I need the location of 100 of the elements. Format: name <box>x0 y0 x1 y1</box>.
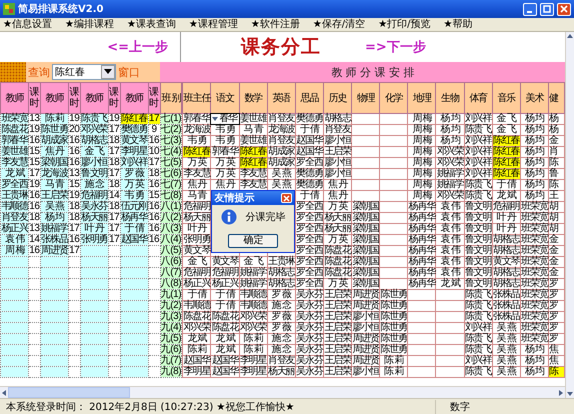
table-cell <box>28 268 40 278</box>
menu-item[interactable]: ★帮助 <box>444 18 472 30</box>
table-cell: 韦顺德 <box>182 300 211 312</box>
column-header: 班主任 <box>182 82 211 114</box>
table-cell <box>40 268 68 278</box>
table-cell: 马 青 <box>40 180 68 190</box>
table-cell: 于 倩 <box>492 180 520 190</box>
table-cell: 万 英 <box>182 158 211 168</box>
table-cell: 胡格志 <box>492 246 520 256</box>
table-cell <box>148 256 160 268</box>
close-button[interactable] <box>281 193 292 203</box>
table-cell <box>28 256 40 268</box>
table-cell: 焦 丹 <box>323 190 352 202</box>
table-cell: 龙 斌 <box>210 334 240 344</box>
table-cell: 梁朝国 <box>352 202 380 212</box>
menu-item[interactable]: ★课程管理 <box>188 18 238 30</box>
table-cell: 黄文琴 <box>120 136 148 146</box>
table-cell: 陈红春 <box>492 168 520 180</box>
menu-item[interactable]: ★课表查询 <box>126 18 176 30</box>
login-time-text: 本系统登录时间： 2012年2月8日 (10:27:23) ★祝您工作愉快★ <box>5 400 296 414</box>
menu-item[interactable]: ★信息设置 <box>3 18 52 30</box>
table-cell: 杨 均 <box>436 136 464 146</box>
table-cell: 陈红春 <box>492 146 520 158</box>
table-cell <box>68 322 80 334</box>
table-cell: 王启荣 <box>323 356 352 366</box>
table-cell <box>80 334 108 344</box>
close-icon <box>560 5 568 13</box>
table-cell <box>68 334 80 344</box>
table-cell <box>148 290 160 300</box>
table-cell: 吴永芬 <box>295 334 324 344</box>
table-cell: 鲁文明 <box>464 234 492 246</box>
scroll-thumb[interactable] <box>8 387 130 398</box>
table-cell <box>68 268 80 278</box>
column-header: 化学 <box>380 82 408 114</box>
table-cell: 赵国华 <box>295 146 324 158</box>
menu-item[interactable]: ★编排课程 <box>64 18 114 30</box>
table-cell <box>148 312 160 322</box>
teacher-dropdown[interactable]: 陈红春 <box>52 64 116 80</box>
table-cell: 梁朝国 <box>352 278 380 290</box>
maximize-button[interactable] <box>540 2 554 16</box>
table-cell: 周进贤 <box>352 356 380 366</box>
table-cell: 陈 莉 <box>380 366 408 378</box>
table-cell: 吴 燕 <box>492 334 520 344</box>
table-cell: 王启荣 <box>40 190 68 202</box>
table-cell: 杨天丽 <box>323 212 352 224</box>
menu-item[interactable]: ★软件注册 <box>250 18 300 30</box>
table-cell: 胡格志 <box>323 114 352 124</box>
table-cell: 张明勇 <box>80 234 108 246</box>
dropdown-button[interactable] <box>101 65 115 79</box>
table-cell: 班荣宽 <box>520 312 548 322</box>
table-cell: 罗全西 <box>0 180 28 190</box>
table-cell: 七(8) <box>160 190 182 202</box>
table-cell: 郭春华 <box>210 146 240 158</box>
table-cell: 李友慧 <box>239 168 268 180</box>
close-button[interactable] <box>557 2 571 16</box>
table-cell <box>40 290 68 300</box>
table-cell: 杨 均 <box>520 344 548 356</box>
table-cell: 班荣宽 <box>520 256 548 268</box>
menu-item[interactable]: ★打印/预览 <box>378 18 431 30</box>
table-cell: 李明星 <box>239 366 268 378</box>
table-cell: 龙 斌 <box>436 278 464 290</box>
vertical-scrollbar[interactable] <box>565 32 574 398</box>
table-cell: 罗全西 <box>295 158 324 168</box>
ok-button[interactable]: 确定 <box>228 234 278 248</box>
table-cell: 刘兴祥 <box>464 356 492 366</box>
table-cell: 胡 <box>548 212 564 224</box>
table-cell: 班荣宽 <box>520 224 548 234</box>
table-cell <box>148 268 160 278</box>
table-cell: 17 <box>108 146 120 158</box>
input-mode-indicator: 数字 <box>435 400 484 414</box>
table-cell: 韦 勇 <box>210 136 240 146</box>
table-cell: 陈 莉 <box>40 114 68 124</box>
table-cell: 罗 <box>548 334 564 344</box>
menu-item[interactable]: ★保存/清空 <box>312 18 366 30</box>
table-cell <box>28 322 40 334</box>
horizontal-scrollbar[interactable] <box>0 386 565 398</box>
next-step-link[interactable]: =>下一步 <box>365 38 426 56</box>
table-cell <box>108 290 120 300</box>
table-cell: 刘兴祥 <box>464 114 492 124</box>
table-cell: 张株品 <box>492 290 520 300</box>
dialog-message: 分课完毕 <box>245 210 286 224</box>
table-cell: 杨再华 <box>408 268 436 278</box>
table-cell: 18 <box>68 202 80 212</box>
window-title: 简易排课系统V2.0 <box>18 2 104 16</box>
table-cell: 万 英 <box>323 202 352 212</box>
table-cell <box>108 356 120 366</box>
table-cell: 姚福学 <box>436 180 464 190</box>
table-cell: 龙 斌 <box>0 168 28 180</box>
table-cell <box>0 278 28 290</box>
minimize-button[interactable] <box>523 2 537 16</box>
table-cell: 刘兴祥 <box>464 322 492 334</box>
column-header: 体育 <box>464 82 492 114</box>
table-cell: 李友慧 <box>182 168 211 180</box>
table-cell: 刘兴祥 <box>120 158 148 168</box>
table-cell: 陈红春 <box>120 114 148 124</box>
table-cell <box>28 366 40 378</box>
table-cell: 杨天丽 <box>267 366 296 378</box>
table-cell: 韦顺德 <box>0 202 28 212</box>
table-cell: 袁 伟 <box>436 224 464 234</box>
previous-step-link[interactable]: <=上一步 <box>107 38 168 56</box>
